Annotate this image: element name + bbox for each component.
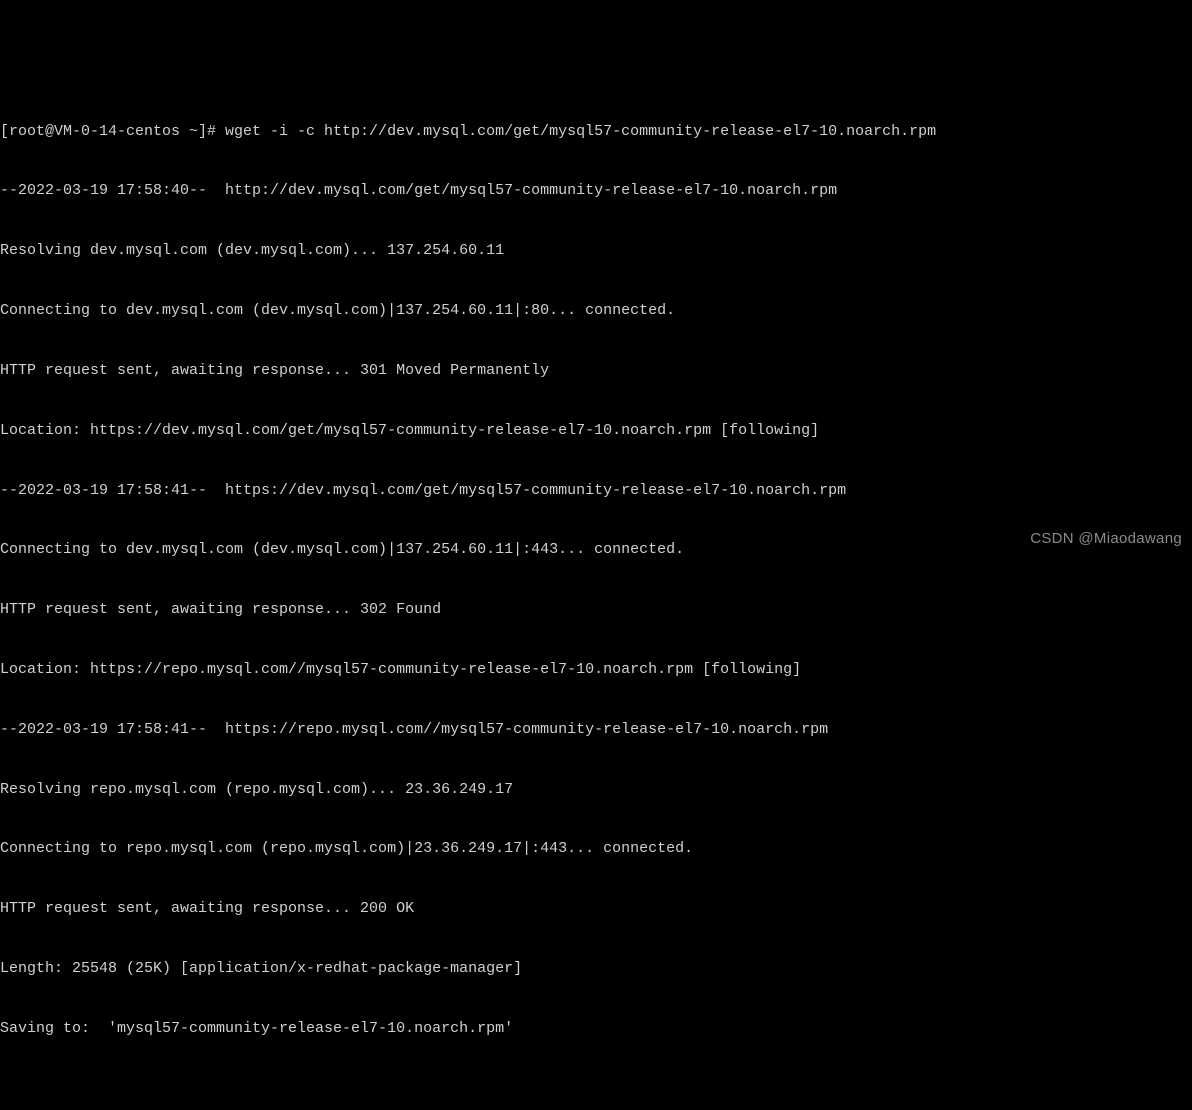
location-line: Location: https://dev.mysql.com/get/mysq… bbox=[0, 421, 1192, 441]
length-line: Length: 25548 (25K) [application/x-redha… bbox=[0, 959, 1192, 979]
terminal-output[interactable]: [root@VM-0-14-centos ~]# wget -i -c http… bbox=[0, 80, 1192, 1110]
wget-retry-line: --2022-03-19 17:58:41-- https://repo.mys… bbox=[0, 720, 1192, 740]
location-line: Location: https://repo.mysql.com//mysql5… bbox=[0, 660, 1192, 680]
watermark-text: CSDN @Miaodawang bbox=[1030, 529, 1182, 549]
connecting-line: Connecting to repo.mysql.com (repo.mysql… bbox=[0, 839, 1192, 859]
wget-retry-line: --2022-03-19 17:58:41-- https://dev.mysq… bbox=[0, 481, 1192, 501]
saving-line: Saving to: 'mysql57-community-release-el… bbox=[0, 1019, 1192, 1039]
connecting-line: Connecting to dev.mysql.com (dev.mysql.c… bbox=[0, 301, 1192, 321]
http-response-line: HTTP request sent, awaiting response... … bbox=[0, 361, 1192, 381]
resolving-line: Resolving dev.mysql.com (dev.mysql.com).… bbox=[0, 241, 1192, 261]
connecting-line: Connecting to dev.mysql.com (dev.mysql.c… bbox=[0, 540, 1192, 560]
resolving-line: Resolving repo.mysql.com (repo.mysql.com… bbox=[0, 780, 1192, 800]
terminal-prompt-line: [root@VM-0-14-centos ~]# wget -i -c http… bbox=[0, 122, 1192, 142]
wget-start-line: --2022-03-19 17:58:40-- http://dev.mysql… bbox=[0, 181, 1192, 201]
http-response-line: HTTP request sent, awaiting response... … bbox=[0, 600, 1192, 620]
http-response-line: HTTP request sent, awaiting response... … bbox=[0, 899, 1192, 919]
